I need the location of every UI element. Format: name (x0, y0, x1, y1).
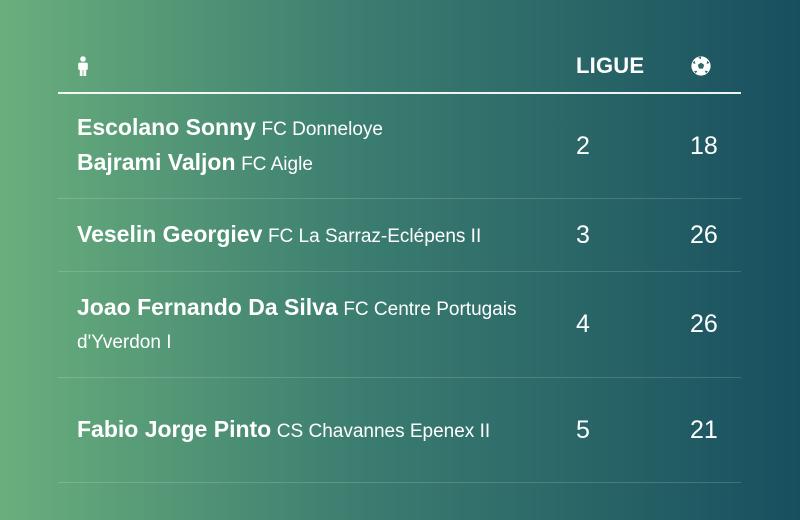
table-row: Joao Fernando Da Silva FC Centre Portuga… (58, 272, 741, 378)
player-cell: Veselin Georgiev FC La Sarraz-Eclépens I… (77, 199, 547, 271)
table-header: LIGUE (58, 40, 741, 94)
soccer-ball-icon (691, 56, 711, 76)
league-value: 3 (576, 220, 590, 249)
league-value: 5 (576, 415, 590, 444)
player-column-header (76, 40, 90, 92)
club-name: FC Donneloye (261, 119, 383, 140)
player-name: Veselin Georgiev (77, 220, 263, 247)
player-cell: Escolano Sonny FC Donneloye Bajrami Valj… (77, 94, 547, 198)
goals-value: 18 (690, 131, 718, 160)
player-entry: Joao Fernando Da Silva FC Centre Portuga… (77, 291, 547, 359)
player-name: Bajrami Valjon (77, 149, 236, 175)
club-name: FC La Sarraz-Eclépens II (267, 225, 482, 247)
league-value: 2 (576, 131, 590, 160)
person-icon (78, 56, 88, 76)
player-name: Joao Fernando Da Silva (77, 293, 338, 320)
player-cell: Fabio Jorge Pinto CS Chavannes Epenex II (77, 378, 547, 482)
player-name: Fabio Jorge Pinto (77, 415, 272, 442)
scorers-table: LIGUE Escolano Sonny FC Donneloye Bajram… (58, 40, 741, 483)
club-name: CS Chavannes Epenex II (276, 420, 491, 442)
goals-value: 26 (690, 220, 718, 249)
club-name: FC Aigle (241, 154, 313, 175)
player-entry: Bajrami Valjon FC Aigle (77, 146, 547, 181)
player-entry: Escolano Sonny FC Donneloye (77, 111, 547, 146)
player-entry: Veselin Georgiev FC La Sarraz-Eclépens I… (77, 218, 547, 253)
player-cell: Joao Fernando Da Silva FC Centre Portuga… (77, 272, 547, 377)
table-row: Veselin Georgiev FC La Sarraz-Eclépens I… (58, 199, 741, 272)
goals-value: 21 (690, 415, 718, 444)
table-row: Escolano Sonny FC Donneloye Bajrami Valj… (58, 94, 741, 199)
league-value: 4 (576, 310, 590, 338)
player-name: Escolano Sonny (77, 114, 256, 140)
goals-column-header (690, 40, 712, 92)
table-row: Fabio Jorge Pinto CS Chavannes Epenex II… (58, 378, 741, 483)
goals-value: 26 (690, 310, 718, 338)
league-column-header: LIGUE (576, 53, 645, 78)
player-entry: Fabio Jorge Pinto CS Chavannes Epenex II (77, 413, 547, 448)
